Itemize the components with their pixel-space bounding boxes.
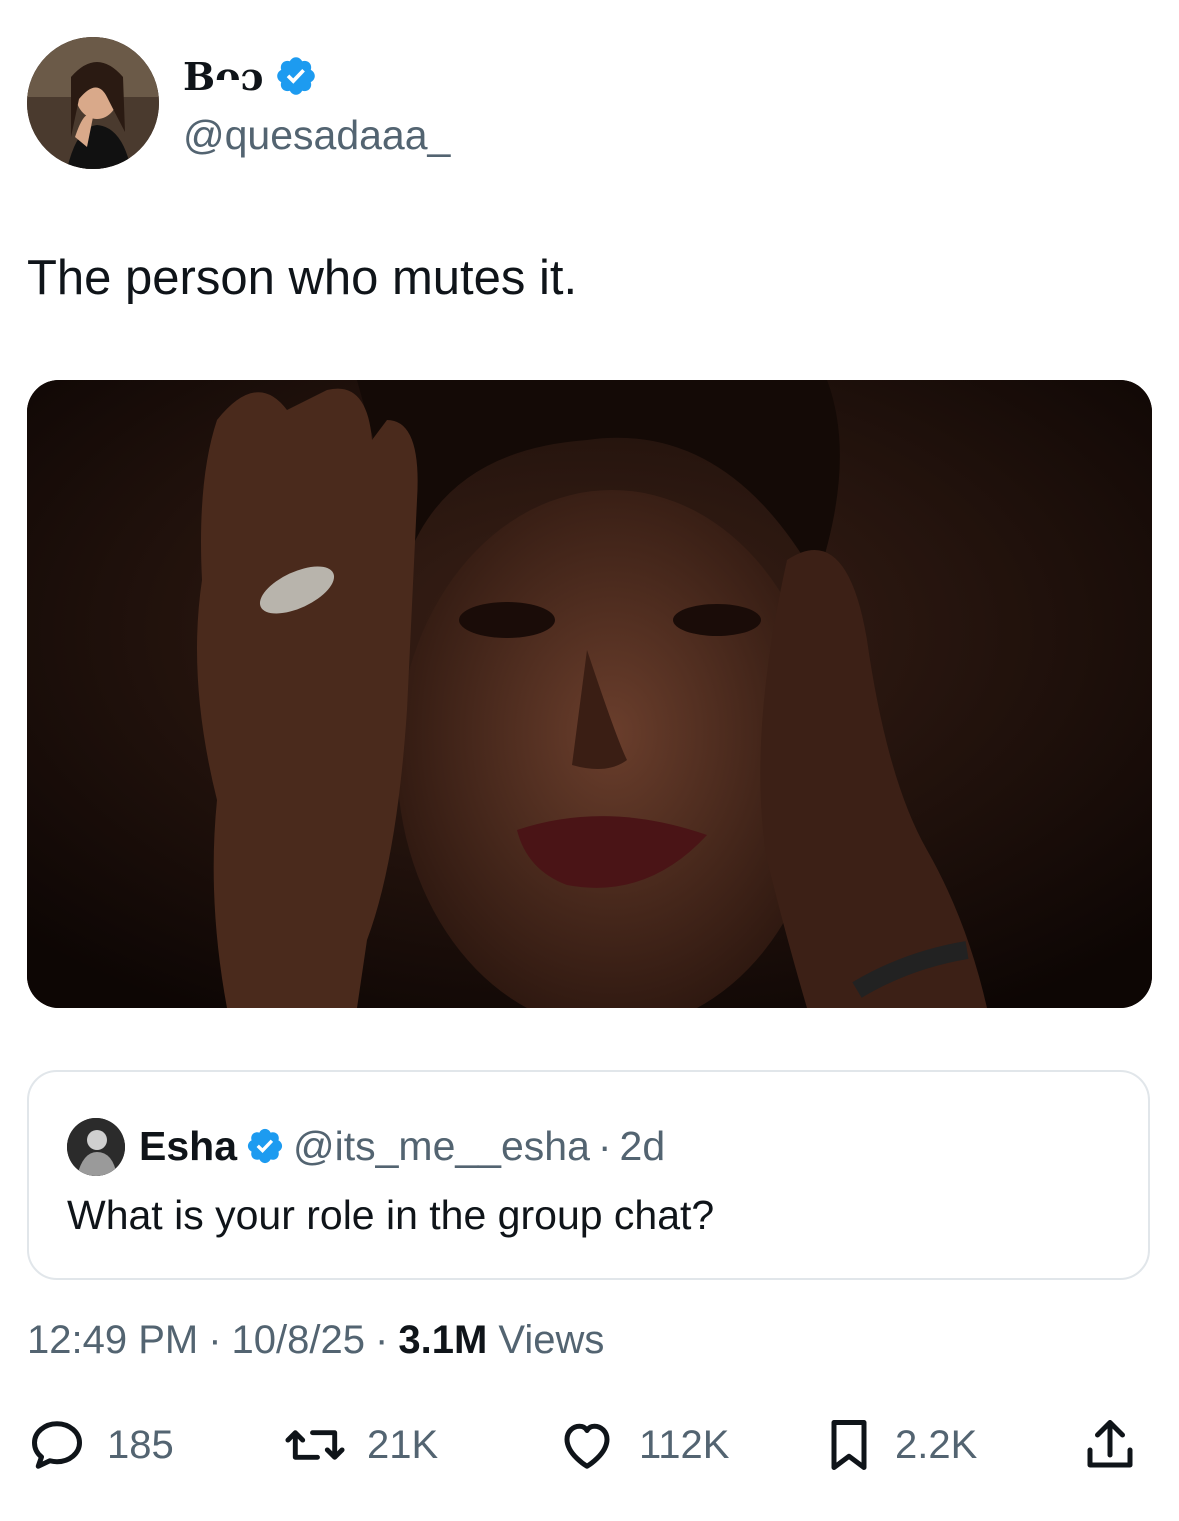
views-count: 3.1M bbox=[398, 1318, 488, 1362]
like-button[interactable]: 112K bbox=[555, 1410, 729, 1480]
repost-icon bbox=[283, 1415, 347, 1475]
heart-icon bbox=[555, 1415, 619, 1475]
quoted-tweet-age[interactable]: 2d bbox=[620, 1123, 666, 1170]
tweet-time[interactable]: 12:49 PM bbox=[27, 1318, 198, 1363]
bookmark-icon bbox=[823, 1415, 875, 1475]
reply-count: 185 bbox=[107, 1422, 174, 1467]
repost-button[interactable]: 21K bbox=[283, 1410, 438, 1480]
share-icon bbox=[1082, 1415, 1138, 1475]
meta-separator: · bbox=[208, 1318, 222, 1362]
quoted-author-avatar[interactable] bbox=[67, 1118, 125, 1176]
author-avatar[interactable] bbox=[27, 37, 159, 169]
quoted-tweet-card[interactable]: Esha @its_me__esha · 2d What is your rol… bbox=[27, 1070, 1150, 1280]
quoted-tweet-text: What is your role in the group chat? bbox=[67, 1192, 715, 1238]
tweet-date[interactable]: 10/8/25 bbox=[232, 1318, 365, 1363]
tweet-text: The person who mutes it. bbox=[27, 251, 578, 305]
reply-icon bbox=[27, 1415, 87, 1475]
like-count: 112K bbox=[639, 1422, 730, 1467]
author-handle[interactable]: @quesadaaa_ bbox=[183, 112, 450, 159]
verified-badge-icon bbox=[274, 54, 318, 98]
bookmark-button[interactable]: 2.2K bbox=[823, 1410, 977, 1480]
views-label: Views bbox=[498, 1318, 605, 1362]
tweet-media-image[interactable] bbox=[27, 380, 1152, 1008]
bookmark-count: 2.2K bbox=[895, 1422, 978, 1467]
quoted-author-handle[interactable]: @its_me__esha bbox=[293, 1123, 590, 1170]
share-button[interactable] bbox=[1082, 1410, 1138, 1480]
meta-separator: · bbox=[375, 1318, 389, 1362]
author-display-name[interactable]: Bᴖɔ bbox=[183, 54, 264, 99]
action-bar: 185 21K 112K 2.2K bbox=[0, 1410, 1179, 1480]
quoted-verified-badge-icon bbox=[245, 1126, 285, 1166]
tweet-meta: 12:49 PM · 10/8/25 · 3.1M Views bbox=[27, 1318, 604, 1363]
reply-button[interactable]: 185 bbox=[27, 1410, 174, 1480]
repost-count: 21K bbox=[367, 1422, 439, 1467]
quoted-separator: · bbox=[597, 1122, 612, 1169]
quoted-author-name[interactable]: Esha bbox=[139, 1123, 237, 1170]
